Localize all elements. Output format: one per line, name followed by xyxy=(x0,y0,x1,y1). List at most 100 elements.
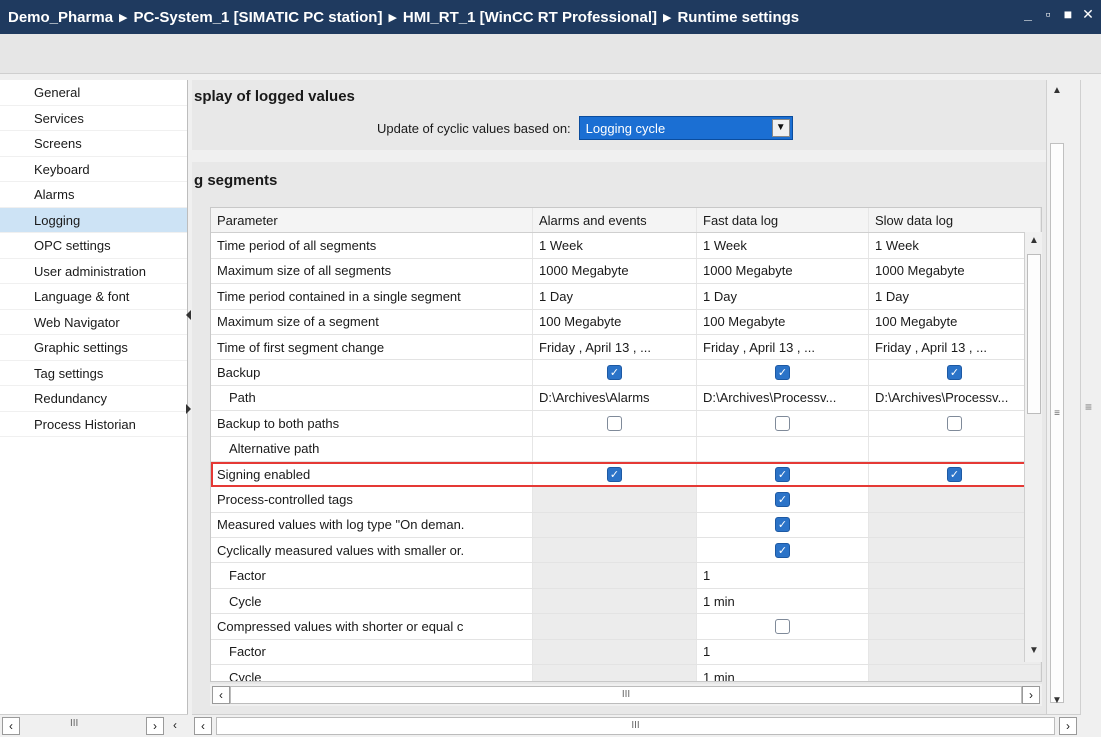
table-horizontal-scrollbar[interactable]: ‹ III › xyxy=(210,684,1042,706)
checkbox-cell[interactable]: ✓ xyxy=(697,487,869,512)
scroll-down-icon[interactable]: ▼ xyxy=(1048,692,1066,710)
nav-horizontal-scrollbar[interactable]: ‹ III › ‹ xyxy=(0,714,188,737)
parameter-cell[interactable]: Maximum size of all segments xyxy=(211,258,533,284)
checkbox-cell[interactable]: ✓ xyxy=(533,360,697,385)
value-cell[interactable]: 1 Day xyxy=(533,284,697,309)
checkbox-checked[interactable]: ✓ xyxy=(607,466,622,482)
checkbox-checked[interactable]: ✓ xyxy=(775,491,790,507)
parameter-cell[interactable]: Time of first segment change xyxy=(211,334,533,360)
scroll-left-icon[interactable]: ‹ xyxy=(166,717,184,735)
parameter-cell[interactable]: Compressed values with shorter or equal … xyxy=(211,614,533,639)
checkbox-cell[interactable] xyxy=(697,614,869,639)
scroll-track[interactable]: III xyxy=(230,686,1022,704)
nav-item-redundancy[interactable]: Redundancy xyxy=(0,386,187,412)
nav-item-logging[interactable]: Logging xyxy=(0,207,187,233)
nav-item-opc-settings[interactable]: OPC settings xyxy=(0,233,187,259)
content-vertical-scrollbar[interactable]: ▲ ≡ ▼ xyxy=(1046,80,1066,714)
scroll-right-icon[interactable]: › xyxy=(1059,717,1077,735)
scroll-left-icon[interactable]: ‹ xyxy=(2,717,20,735)
value-cell[interactable]: 1 Week xyxy=(697,233,869,258)
nav-item-user-administration[interactable]: User administration xyxy=(0,259,187,284)
value-cell[interactable]: 1000 Megabyte xyxy=(697,258,869,284)
checkbox-checked[interactable]: ✓ xyxy=(775,365,790,381)
checkbox-cell[interactable]: ✓ xyxy=(697,461,869,487)
value-cell[interactable]: D:\Archives\Processv... xyxy=(869,385,1041,411)
nav-item-process-historian[interactable]: Process Historian xyxy=(0,412,187,437)
maximize-icon[interactable]: ■ xyxy=(1061,6,1075,22)
parameter-cell[interactable]: Time period contained in a single segmen… xyxy=(211,284,533,309)
parameter-cell[interactable]: Signing enabled xyxy=(211,461,533,487)
checkbox-cell[interactable]: ✓ xyxy=(869,360,1041,385)
checkbox-cell[interactable]: ✓ xyxy=(697,360,869,385)
breadcrumb-3[interactable]: Runtime settings xyxy=(677,9,799,26)
nav-item-screens[interactable]: Screens xyxy=(0,131,187,157)
checkbox-cell[interactable]: ✓ xyxy=(533,461,697,487)
value-cell[interactable]: 1 Day xyxy=(697,284,869,309)
update-select[interactable]: Logging cycle ▼ xyxy=(578,116,793,140)
value-cell[interactable]: 1000 Megabyte xyxy=(869,258,1041,284)
nav-item-language-font[interactable]: Language & font xyxy=(0,284,187,310)
parameter-cell[interactable]: Maximum size of a segment xyxy=(211,309,533,334)
breadcrumb-1[interactable]: PC-System_1 [SIMATIC PC station] xyxy=(134,9,383,26)
value-cell[interactable]: 100 Megabyte xyxy=(533,309,697,334)
nav-item-services[interactable]: Services xyxy=(0,106,187,131)
scroll-down-icon[interactable]: ▼ xyxy=(1025,642,1043,660)
checkbox-checked[interactable]: ✓ xyxy=(775,466,790,482)
checkbox-checked[interactable]: ✓ xyxy=(947,365,962,381)
value-cell[interactable]: 1 Week xyxy=(869,233,1041,258)
nav-item-keyboard[interactable]: Keyboard xyxy=(0,157,187,182)
parameter-cell[interactable]: Cyclically measured values with smaller … xyxy=(211,538,533,563)
checkbox-cell[interactable] xyxy=(869,411,1041,436)
parameter-cell[interactable]: Backup to both paths xyxy=(211,411,533,436)
checkbox-unchecked[interactable] xyxy=(607,415,622,431)
scroll-thumb[interactable]: ≡ xyxy=(1050,143,1064,703)
value-cell[interactable]: Friday , April 13 , ... xyxy=(533,334,697,360)
nav-item-general[interactable]: General xyxy=(0,80,187,106)
column-header[interactable]: Fast data log xyxy=(697,208,869,233)
scroll-track[interactable]: III xyxy=(216,717,1055,735)
parameter-cell[interactable]: Cycle xyxy=(211,665,533,681)
value-cell[interactable]: 100 Megabyte xyxy=(869,309,1041,334)
scroll-up-icon[interactable]: ▲ xyxy=(1048,82,1066,100)
value-cell[interactable]: 1 min xyxy=(697,665,869,681)
value-cell[interactable]: 1 min xyxy=(697,588,869,614)
chevron-down-icon[interactable]: ▼ xyxy=(771,119,790,137)
checkbox-unchecked[interactable] xyxy=(775,618,790,634)
scroll-right-icon[interactable]: › xyxy=(146,717,164,735)
breadcrumb-2[interactable]: HMI_RT_1 [WinCC RT Professional] xyxy=(403,9,657,26)
checkbox-checked[interactable]: ✓ xyxy=(607,365,622,381)
breadcrumb-0[interactable]: Demo_Pharma xyxy=(8,9,113,26)
checkbox-cell[interactable] xyxy=(533,411,697,436)
checkbox-cell[interactable]: ✓ xyxy=(697,538,869,563)
table-vertical-scrollbar[interactable]: ▲ ▼ xyxy=(1024,232,1042,662)
scroll-up-icon[interactable]: ▲ xyxy=(1025,232,1043,250)
checkbox-cell[interactable] xyxy=(697,411,869,436)
column-header[interactable]: Parameter xyxy=(211,208,533,233)
checkbox-cell[interactable]: ✓ xyxy=(697,512,869,538)
checkbox-unchecked[interactable] xyxy=(947,415,962,431)
value-cell[interactable]: Friday , April 13 , ... xyxy=(697,334,869,360)
scroll-right-icon[interactable]: › xyxy=(1022,686,1040,704)
nav-item-web-navigator[interactable]: Web Navigator xyxy=(0,310,187,335)
scroll-left-icon[interactable]: ‹ xyxy=(212,686,230,704)
parameter-cell[interactable]: Time period of all segments xyxy=(211,233,533,258)
checkbox-checked[interactable]: ✓ xyxy=(775,542,790,558)
checkbox-cell[interactable]: ✓ xyxy=(869,461,1041,487)
value-cell[interactable]: 1 xyxy=(697,639,869,665)
expand-right-icon[interactable] xyxy=(186,404,191,414)
value-cell[interactable]: 1 xyxy=(697,563,869,588)
value-cell[interactable] xyxy=(869,436,1041,461)
close-icon[interactable]: ✕ xyxy=(1081,6,1095,22)
parameter-cell[interactable]: Process-controlled tags xyxy=(211,487,533,512)
content-horizontal-scrollbar[interactable]: ‹ III › xyxy=(192,714,1081,737)
parameter-cell[interactable]: Path xyxy=(211,385,533,411)
value-cell[interactable]: Friday , April 13 , ... xyxy=(869,334,1041,360)
scroll-thumb[interactable] xyxy=(1027,254,1041,414)
panel-vertical-scrollbar[interactable]: ≡ xyxy=(1080,80,1101,714)
value-cell[interactable]: D:\Archives\Alarms xyxy=(533,385,697,411)
column-header[interactable]: Slow data log xyxy=(869,208,1041,233)
minimize-icon[interactable]: _ xyxy=(1021,6,1035,22)
value-cell[interactable]: D:\Archives\Processv... xyxy=(697,385,869,411)
nav-item-tag-settings[interactable]: Tag settings xyxy=(0,361,187,386)
value-cell[interactable]: 1000 Megabyte xyxy=(533,258,697,284)
